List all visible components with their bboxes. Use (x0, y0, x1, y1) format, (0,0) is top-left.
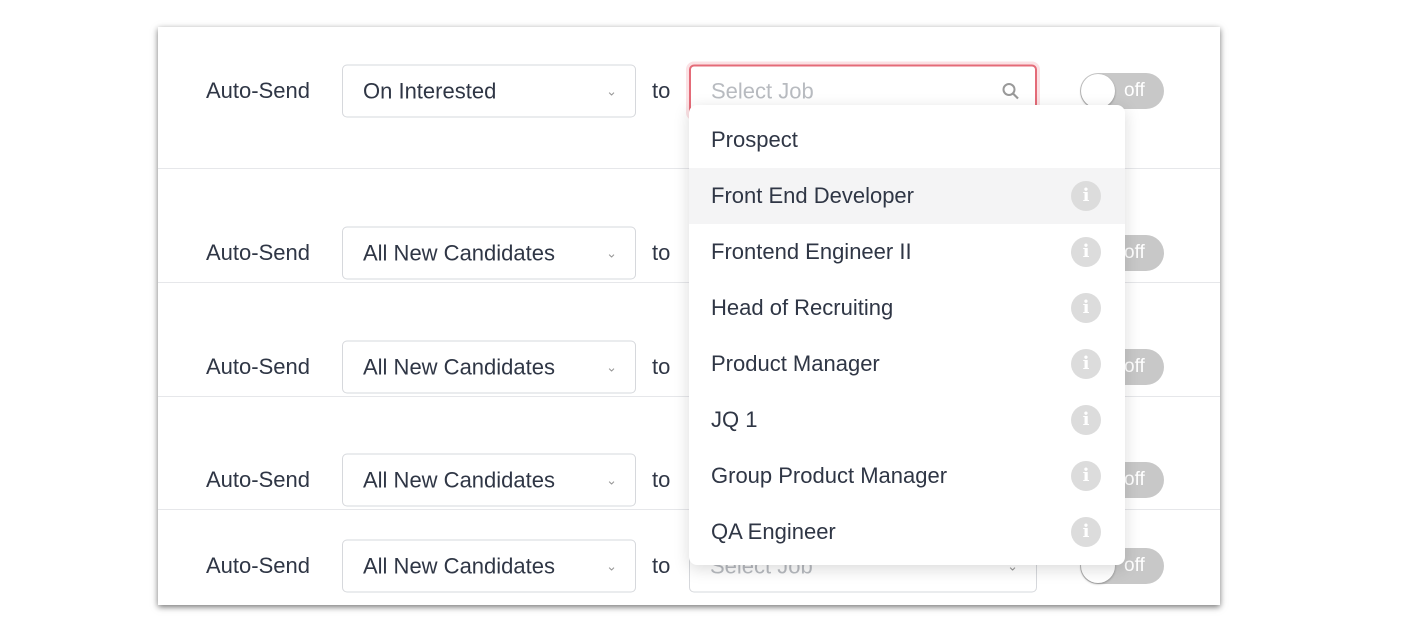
job-option-label: JQ 1 (711, 407, 758, 432)
job-option-label: Front End Developer (711, 183, 914, 208)
job-option-label: Product Manager (711, 351, 880, 376)
to-label: to (652, 553, 671, 578)
job-dropdown-menu: Prospect Front End Developer i Frontend Eng… (689, 105, 1125, 565)
chevron-down-icon: ⌄ (606, 472, 617, 488)
search-icon (1002, 83, 1019, 100)
job-option[interactable]: Group Product Manager i (689, 448, 1125, 504)
chevron-down-icon: ⌄ (606, 359, 617, 375)
info-icon[interactable]: i (1071, 181, 1101, 211)
job-placeholder: Select Job (711, 78, 814, 104)
info-icon[interactable]: i (1071, 237, 1101, 267)
trigger-select[interactable]: All New Candidates ⌄ (342, 453, 636, 507)
chevron-down-icon: ⌄ (606, 558, 617, 574)
chevron-down-icon: ⌄ (606, 83, 617, 99)
to-label: to (652, 240, 671, 265)
auto-send-label: Auto-Send (206, 240, 310, 265)
auto-send-label: Auto-Send (206, 354, 310, 379)
trigger-value: On Interested (363, 78, 497, 104)
toggle-state: off (1124, 356, 1145, 377)
toggle-state: off (1124, 242, 1145, 263)
job-option[interactable]: Head of Recruiting i (689, 280, 1125, 336)
auto-send-label: Auto-Send (206, 467, 310, 492)
job-option[interactable]: QA Engineer i (689, 504, 1125, 560)
job-option[interactable]: Frontend Engineer II i (689, 224, 1125, 280)
trigger-value: All New Candidates (363, 240, 555, 266)
trigger-select[interactable]: All New Candidates ⌄ (342, 226, 636, 280)
job-option[interactable]: Prospect (689, 112, 1125, 168)
job-option-label: Prospect (711, 127, 798, 152)
job-option[interactable]: Product Manager i (689, 336, 1125, 392)
auto-send-label: Auto-Send (206, 553, 310, 578)
job-option-label: Group Product Manager (711, 463, 948, 488)
info-icon[interactable]: i (1071, 517, 1101, 547)
job-option[interactable]: JQ 1 i (689, 392, 1125, 448)
toggle-state: off (1124, 469, 1145, 490)
chevron-down-icon: ⌄ (606, 245, 617, 261)
trigger-value: All New Candidates (363, 354, 555, 380)
auto-send-label: Auto-Send (206, 78, 310, 103)
trigger-select[interactable]: On Interested ⌄ (342, 64, 636, 118)
auto-send-toggle[interactable]: off (1080, 73, 1164, 109)
info-icon[interactable]: i (1071, 293, 1101, 323)
trigger-value: All New Candidates (363, 467, 555, 493)
trigger-select[interactable]: All New Candidates ⌄ (342, 340, 636, 394)
job-option[interactable]: Front End Developer i (689, 168, 1125, 224)
to-label: to (652, 467, 671, 492)
info-icon[interactable]: i (1071, 461, 1101, 491)
job-option-label: Head of Recruiting (711, 295, 894, 320)
toggle-knob (1081, 74, 1115, 108)
job-option-label: QA Engineer (711, 519, 836, 544)
trigger-value: All New Candidates (363, 553, 555, 579)
job-option-label: Frontend Engineer II (711, 239, 912, 264)
toggle-state: off (1124, 555, 1145, 576)
trigger-select[interactable]: All New Candidates ⌄ (342, 539, 636, 593)
to-label: to (652, 354, 671, 379)
to-label: to (652, 78, 671, 103)
toggle-state: off (1124, 80, 1145, 101)
info-icon[interactable]: i (1071, 349, 1101, 379)
info-icon[interactable]: i (1071, 405, 1101, 435)
